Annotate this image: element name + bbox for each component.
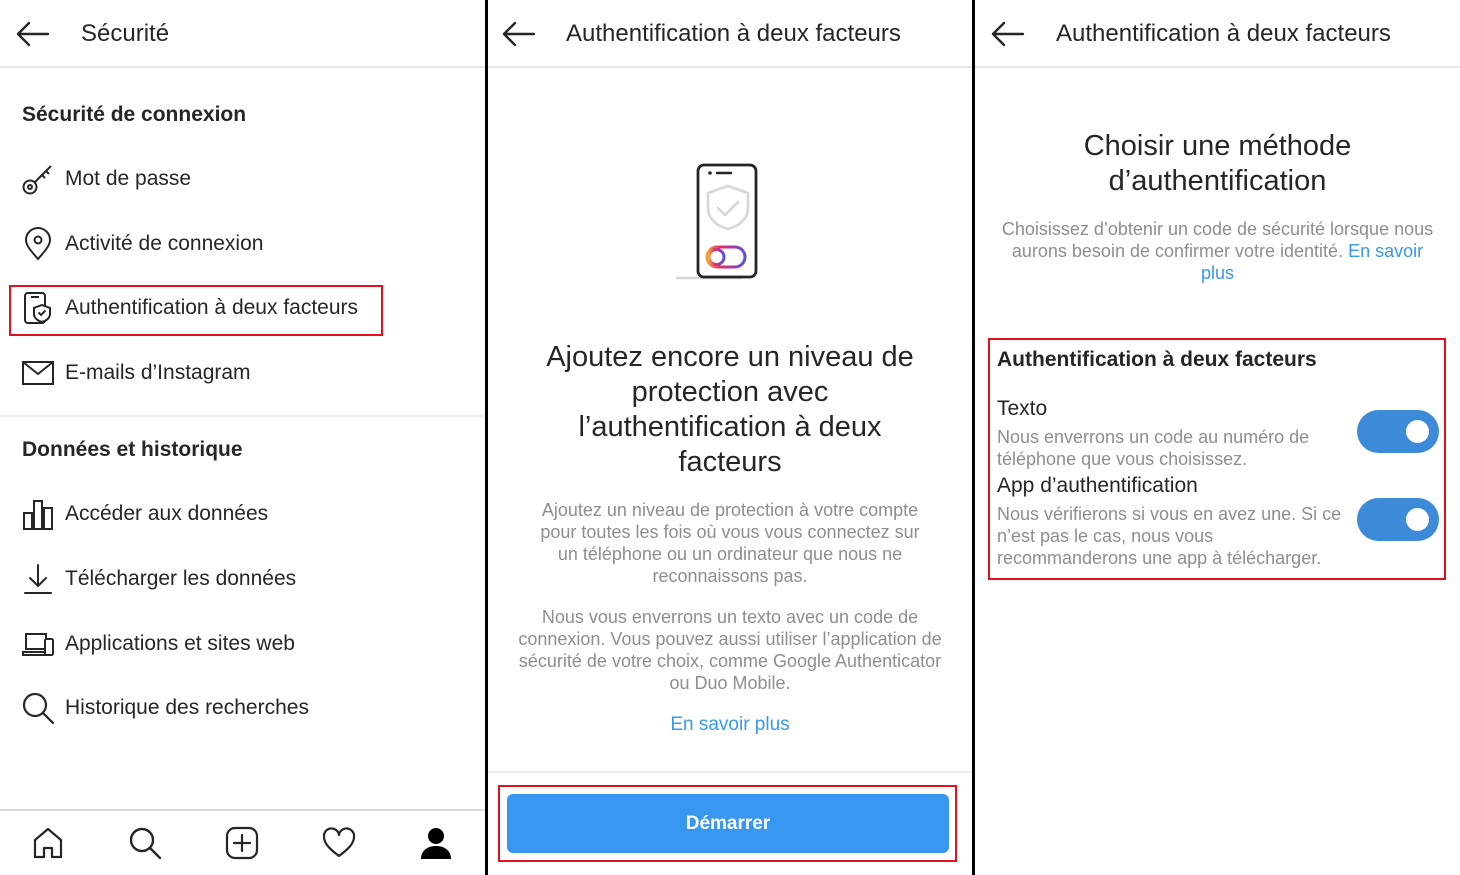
search-icon[interactable] (125, 823, 165, 863)
header: Authentification à deux facteurs (975, 0, 1460, 68)
intro-body-1: Ajoutez un niveau de protection à votre … (540, 500, 920, 586)
download-icon (20, 561, 56, 597)
menu-item-label: Télécharger les données (65, 567, 297, 590)
menu-item-download-data[interactable]: Télécharger les données (20, 553, 296, 605)
heart-icon[interactable] (319, 823, 359, 863)
menu-item-label: E-mails d’Instagram (65, 361, 251, 384)
search-icon (20, 690, 56, 726)
page-title: Sécurité (81, 20, 170, 47)
back-arrow-icon[interactable] (14, 18, 50, 50)
envelope-icon (20, 355, 56, 391)
menu-item-label: Activité de connexion (65, 232, 264, 255)
bottom-navigation (0, 809, 485, 875)
section-heading-login-security: Sécurité de connexion (22, 103, 247, 126)
security-settings-panel: Sécurité Sécurité de connexion Mot de pa… (0, 0, 485, 875)
back-arrow-icon[interactable] (989, 18, 1025, 50)
method-heading: Choisir une méthode d’authentification (1083, 130, 1352, 197)
highlight-box (988, 338, 1446, 580)
button-divider (488, 771, 972, 773)
menu-item-label: Mot de passe (65, 167, 192, 190)
bar-chart-icon (20, 496, 56, 532)
location-pin-icon (20, 226, 56, 262)
learn-more-link[interactable]: En savoir plus (488, 714, 972, 736)
new-post-icon[interactable] (222, 823, 262, 863)
menu-item-label: Historique des recherches (65, 696, 309, 719)
header: Sécurité (0, 0, 485, 68)
phone-shield-illustration (674, 162, 762, 282)
home-icon[interactable] (28, 823, 68, 863)
intro-body-2: Nous vous enverrons un texto avec un cod… (518, 607, 942, 693)
method-description: Choisissez d’obtenir un code de sécurité… (999, 218, 1436, 284)
two-factor-intro-panel: Authentification à deux facteurs Ajoutez… (488, 0, 972, 875)
menu-item-login-activity[interactable]: Activité de connexion (20, 218, 263, 270)
section-heading-data-history: Données et historique (22, 438, 243, 461)
page-title: Authentification à deux facteurs (566, 20, 901, 47)
devices-icon (20, 626, 56, 662)
choose-method-panel: Authentification à deux facteurs Choisir… (975, 0, 1460, 875)
menu-item-instagram-emails[interactable]: E-mails d’Instagram (20, 347, 251, 399)
menu-item-access-data[interactable]: Accéder aux données (20, 488, 268, 540)
profile-icon[interactable] (416, 823, 456, 863)
highlight-box (9, 285, 383, 336)
menu-item-search-history[interactable]: Historique des recherches (20, 682, 309, 734)
back-arrow-icon[interactable] (500, 18, 536, 50)
intro-heading: Ajoutez encore un niveau de protection a… (546, 341, 914, 478)
header: Authentification à deux facteurs (488, 0, 972, 68)
menu-item-label: Applications et sites web (65, 632, 295, 655)
highlight-box (498, 785, 957, 862)
menu-item-apps-websites[interactable]: Applications et sites web (20, 618, 295, 670)
page-title: Authentification à deux facteurs (1056, 20, 1391, 47)
menu-item-password[interactable]: Mot de passe (20, 153, 191, 205)
key-icon (20, 161, 56, 197)
menu-item-label: Accéder aux données (65, 502, 269, 525)
section-divider (0, 415, 485, 417)
